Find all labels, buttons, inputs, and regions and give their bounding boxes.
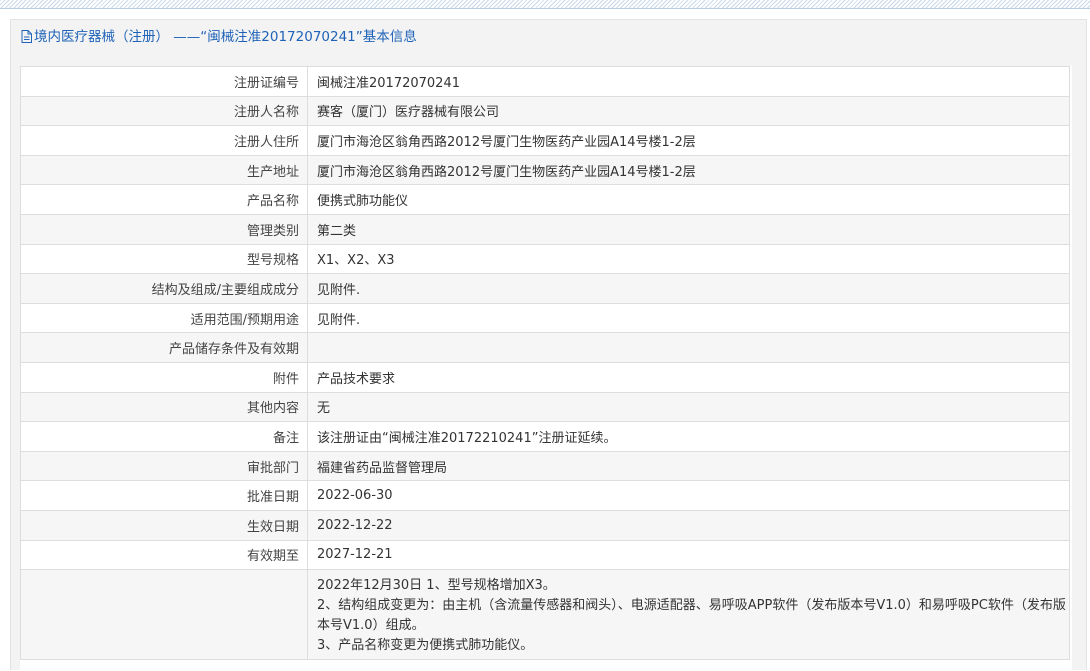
row-value: 2022-06-30 (307, 480, 1070, 511)
table-row: 结构及组成/主要组成成分 见附件. (20, 273, 1070, 304)
table-row: 产品名称 便携式肺功能仪 (20, 184, 1070, 215)
table-row: 其他内容无 (20, 391, 1070, 423)
row-value: 该注册证由“闽械注准20172210241”注册证延续。 (307, 421, 1070, 452)
table-row: 有效期至 2027-12-21 (20, 539, 1070, 571)
row-label: 适用范围/预期用途 (20, 302, 308, 334)
row-value: 厦门市海沧区翁角西路2012号厦门生物医药产业园A14号楼1-2层 (307, 154, 1070, 186)
row-value: 福建省药品监督管理局 (307, 450, 1070, 482)
table-row: 生产地址 厦门市海沧区翁角西路2012号厦门生物医药产业园A14号楼1-2层 (20, 154, 1070, 186)
table-row: 注册人住所 厦门市海沧区翁角西路2012号厦门生物医药产业园A14号楼1-2层 (20, 125, 1070, 156)
row-label: 生效日期 (20, 509, 308, 541)
table-row: 产品储存条件及有效期 (20, 332, 1070, 363)
info-table-container: 注册证编号 闽械注准20172070241 注册人名称 赛客（厦门）医疗器械有限公司… (20, 66, 1072, 671)
row-label: 注册人住所 (20, 125, 308, 156)
table-row: 注册证编号 闽械注准20172070241 (20, 66, 1070, 97)
document-icon (21, 22, 32, 57)
table-row: 生效日期 2022-12-22 (20, 509, 1070, 541)
row-label: 注册证编号 (20, 66, 308, 97)
table-row: 附件 产品技术要求 (20, 361, 1070, 393)
row-value: 厦门市海沧区翁角西路2012号厦门生物医药产业园A14号楼1-2层 (307, 125, 1070, 156)
table-row: 注册人名称 赛客（厦门）医疗器械有限公司 (20, 95, 1070, 127)
table-row: 批准日期 2022-06-30 (20, 480, 1070, 511)
row-value (307, 332, 1070, 363)
row-label: 结构及组成/主要组成成分 (20, 273, 308, 304)
row-label: 管理类别 (20, 213, 308, 245)
row-label: 其他内容 (20, 391, 308, 423)
page-title: 境内医疗器械（注册） ——“闽械注准20172070241”基本信息 (34, 29, 417, 45)
change-note-line: 2、结构组成变更为：由主机（含流量传感器和阀头）、电源适配器、易呼吸APP软件（… (317, 598, 1066, 634)
table-row-change-notes: 2022年12月30日 1、型号规格增加X3。 2、结构组成变更为：由主机（含流… (20, 569, 1070, 661)
row-label: 注册人名称 (20, 95, 308, 127)
row-value: 2022-12-22 (307, 509, 1070, 541)
table-row: 审批部门 福建省药品监督管理局 (20, 450, 1070, 482)
row-label: 审批部门 (20, 450, 308, 482)
row-value: 闽械注准20172070241 (307, 66, 1070, 97)
top-decorative-stripe (0, 0, 1090, 9)
change-notes-value: 2022年12月30日 1、型号规格增加X3。 2、结构组成变更为：由主机（含流… (307, 569, 1070, 661)
row-label: 型号规格 (20, 243, 308, 275)
row-label: 附件 (20, 361, 308, 393)
table-row: 适用范围/预期用途 见附件. (20, 302, 1070, 334)
table-row: 管理类别 第二类 (20, 213, 1070, 245)
registration-info-panel: 境内医疗器械（注册） ——“闽械注准20172070241”基本信息 注册证编号… (10, 19, 1087, 671)
row-label: 批准日期 (20, 480, 308, 511)
row-label: 有效期至 (20, 539, 308, 571)
row-label (20, 569, 308, 661)
table-row: 备注 该注册证由“闽械注准20172210241”注册证延续。 (20, 421, 1070, 452)
table-row: 型号规格 X1、X2、X3 (20, 243, 1070, 275)
row-value: 2027-12-21 (307, 539, 1070, 571)
row-label: 生产地址 (20, 154, 308, 186)
row-value: 便携式肺功能仪 (307, 184, 1070, 215)
row-label: 产品名称 (20, 184, 308, 215)
row-value: 赛客（厦门）医疗器械有限公司 (307, 95, 1070, 127)
panel-header: 境内医疗器械（注册） ——“闽械注准20172070241”基本信息 (11, 20, 1086, 55)
row-label: 产品储存条件及有效期 (20, 332, 308, 363)
row-value: 无 (307, 391, 1070, 423)
row-value: 第二类 (307, 213, 1070, 245)
row-value: 见附件. (307, 273, 1070, 304)
row-value: 见附件. (307, 302, 1070, 334)
change-note-line: 2022年12月30日 1、型号规格增加X3。 (317, 578, 556, 594)
info-table: 注册证编号 闽械注准20172070241 注册人名称 赛客（厦门）医疗器械有限公司… (20, 66, 1070, 661)
row-value: 产品技术要求 (307, 361, 1070, 393)
row-value: X1、X2、X3 (307, 243, 1070, 275)
change-note-line: 3、产品名称变更为便携式肺功能仪。 (317, 638, 534, 654)
row-label: 备注 (20, 421, 308, 452)
